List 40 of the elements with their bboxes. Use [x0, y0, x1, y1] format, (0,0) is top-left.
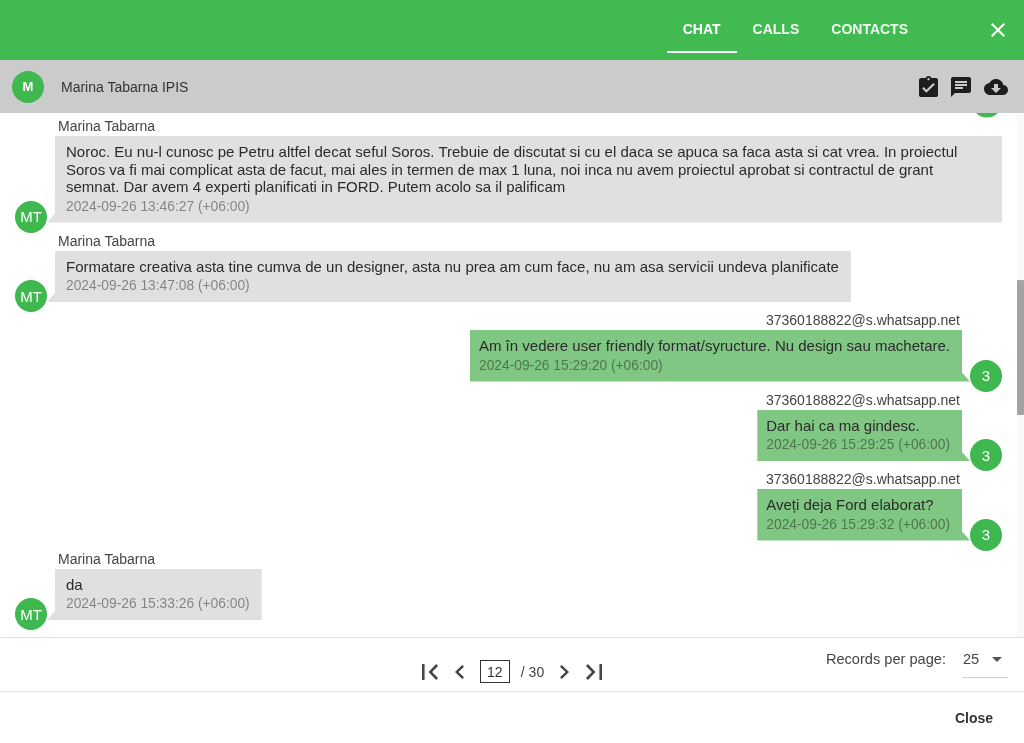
- message-text: da: [66, 575, 84, 593]
- close-button[interactable]: Close: [938, 701, 1009, 734]
- message-text: Aveți deja Ford elaborat?: [766, 496, 935, 514]
- message-text: Dar hai ca ma gindesc.: [766, 416, 921, 434]
- message-time: 2024-09-26 15:33:26 (+06:00): [66, 595, 250, 613]
- sender-name: 37360188822@s.whatsapp.net: [765, 312, 961, 328]
- sender-name: Marina Tabarna: [57, 550, 157, 567]
- cloud-download-icon[interactable]: [984, 78, 1008, 95]
- chevron-right-icon[interactable]: [560, 664, 570, 679]
- chevron-left-icon[interactable]: [454, 664, 464, 679]
- chat-bubble-icon[interactable]: [951, 76, 971, 97]
- sender-name: 37360188822@s.whatsapp.net: [765, 471, 961, 487]
- records-per-page-label: Records per page:: [825, 650, 946, 669]
- last-page-icon[interactable]: [586, 663, 603, 680]
- message-time: 2024-09-26 15:29:25 (+06:00): [766, 436, 950, 454]
- user-avatar: MT: [15, 200, 47, 233]
- page-input[interactable]: 12: [479, 660, 510, 683]
- caret-icon: [992, 657, 1002, 662]
- contact-avatar: M: [12, 70, 44, 103]
- page-total: / 30: [520, 663, 545, 680]
- user-avatar: MT: [15, 280, 47, 312]
- user-avatar: 3: [970, 518, 1002, 551]
- sender-name: Marina Tabarna: [57, 232, 157, 249]
- sender-name: Marina Tabarna: [57, 118, 157, 134]
- message-text: Noroc. Eu nu-l cunosc pe Petru altfel decat seful Soros. Trebuie de discutat si cu el daca se apuca sa faca asta si cat vrea. In proiectul Soros va fi mai complicat asta de facut, mai ales in termen de max 1 luna, noi inca nu avem proiectul aprobat si contractul de grant semnat. Dar avem 4 experti planificati in FORD. Putem acolo sa il palificam: [66, 143, 959, 196]
- message-text: Formatare creativa asta tine cumva de un designer, asta nu prea am cum face, nu am asa servicii undeva planificate: [66, 257, 839, 275]
- message-time: 2024-09-26 13:47:08 (+06:00): [66, 277, 251, 295]
- records-per-page-select[interactable]: 25: [962, 645, 1008, 678]
- sender-name: 37360188822@s.whatsapp.net: [765, 391, 961, 408]
- user-avatar: MT: [15, 598, 47, 630]
- message-time: 2024-09-26 15:29:32 (+06:00): [766, 515, 950, 534]
- message-text: Am în vedere user friendly format/syructure. Nu design sau machetare.: [478, 337, 950, 355]
- first-page-icon[interactable]: [421, 663, 438, 680]
- scrollbar-thumb[interactable]: [1017, 280, 1024, 415]
- clipboard-check-icon[interactable]: [919, 76, 938, 97]
- message-time: 2024-09-26 15:29:20 (+06:00): [478, 356, 664, 375]
- message-time: 2024-09-26 13:46:27 (+06:00): [66, 197, 251, 216]
- contact-name: Marina Tabarna IPIS: [61, 78, 189, 95]
- user-avatar: 3: [970, 439, 1002, 471]
- user-avatar: 3: [970, 359, 1002, 392]
